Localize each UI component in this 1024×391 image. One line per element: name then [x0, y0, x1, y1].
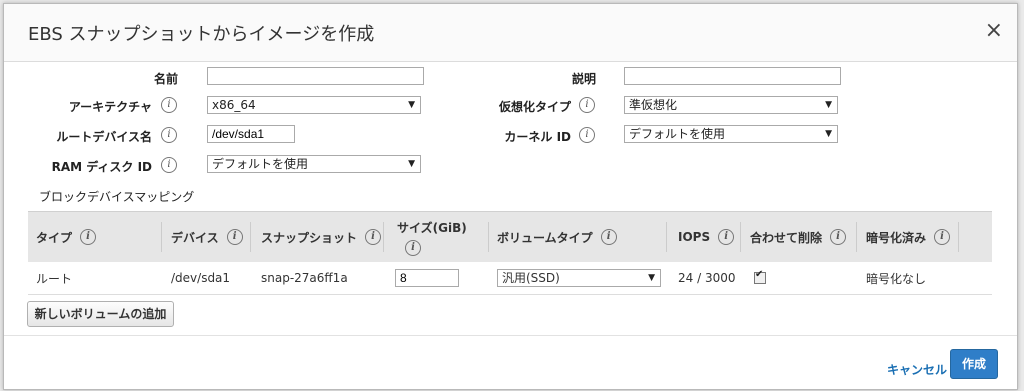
column-divider [250, 222, 251, 252]
volume-type-select[interactable]: 汎用(SSD) ▼ [497, 269, 661, 287]
name-input[interactable] [207, 67, 424, 85]
row-snapshot: snap-27a6ff1a [261, 271, 348, 285]
info-icon[interactable]: i [579, 97, 595, 113]
create-image-dialog: EBS スナップショットからイメージを作成 × 名前 説明 アーキテクチャ i … [3, 3, 1018, 390]
info-icon[interactable]: i [161, 127, 177, 143]
row-iops: 24 / 3000 [678, 271, 736, 285]
ramdisk-id-value: デフォルトを使用 [212, 157, 309, 171]
size-cell [395, 262, 459, 294]
info-icon[interactable]: i [80, 229, 97, 245]
encrypted-header: 暗号化済み i [866, 212, 951, 262]
description-label: 説明 [571, 72, 596, 86]
table-row: ルート /dev/sda1 snap-27a6ff1a 汎用(SSD) ▼ 24… [28, 262, 992, 295]
root-device-label: ルートデバイス名 [56, 130, 152, 144]
name-label: 名前 [153, 72, 178, 86]
dropdown-arrow-icon: ▼ [825, 100, 832, 110]
delete-on-termination-checkbox[interactable] [754, 269, 766, 284]
column-divider [161, 222, 162, 252]
dialog-title: EBS スナップショットからイメージを作成 [28, 24, 375, 45]
size-input[interactable] [395, 269, 459, 287]
column-divider [958, 222, 959, 252]
info-icon[interactable]: i [161, 157, 177, 173]
kernel-id-select[interactable]: デフォルトを使用 ▼ [624, 125, 838, 143]
info-icon[interactable]: i [934, 229, 951, 245]
row-encrypted: 暗号化なし [866, 271, 927, 286]
create-button[interactable]: 作成 [950, 349, 998, 379]
virtualization-type-value: 準仮想化 [629, 98, 678, 112]
virtualization-type-label: 仮想化タイプ [498, 100, 571, 114]
snapshot-header: スナップショット i [261, 212, 382, 262]
virtualization-type-select[interactable]: 準仮想化 ▼ [624, 96, 838, 114]
ramdisk-id-label: RAM ディスク ID [51, 160, 152, 174]
delete-on-termination-header: 合わせて削除 i [750, 212, 847, 262]
info-icon[interactable]: i [830, 229, 847, 245]
volume-type-value: 汎用(SSD) [502, 271, 560, 285]
close-icon[interactable]: × [985, 19, 1003, 43]
column-divider [488, 222, 489, 252]
add-volume-button[interactable]: 新しいボリュームの追加 [27, 301, 174, 327]
architecture-value: x86_64 [212, 98, 256, 112]
dropdown-arrow-icon: ▼ [648, 273, 655, 283]
architecture-select[interactable]: x86_64 ▼ [207, 96, 421, 114]
ramdisk-id-select[interactable]: デフォルトを使用 ▼ [207, 155, 421, 173]
info-icon[interactable]: i [365, 229, 382, 245]
volume-type-cell: 汎用(SSD) ▼ [497, 262, 661, 294]
description-input[interactable] [624, 67, 841, 85]
info-icon[interactable]: i [161, 97, 177, 113]
root-device-input[interactable] [207, 125, 295, 143]
column-divider [740, 222, 741, 252]
info-icon[interactable]: i [226, 229, 243, 245]
row-device: /dev/sda1 [171, 271, 231, 285]
cancel-button[interactable]: キャンセル [887, 361, 947, 378]
footer-divider [4, 335, 1017, 336]
block-device-mapping-title: ブロックデバイスマッピング [39, 190, 195, 204]
row-type: ルート [36, 271, 73, 286]
type-header: タイプ i [36, 212, 97, 262]
device-header: デバイス i [171, 212, 243, 262]
kernel-id-value: デフォルトを使用 [629, 127, 726, 141]
delete-on-termination-cell [754, 262, 766, 294]
kernel-id-label: カーネル ID [504, 130, 571, 144]
volume-type-header: ボリュームタイプ i [497, 212, 617, 262]
architecture-label: アーキテクチャ [68, 100, 152, 114]
dropdown-arrow-icon: ▼ [408, 159, 415, 169]
info-icon[interactable]: i [579, 127, 595, 143]
column-divider [666, 222, 667, 252]
dropdown-arrow-icon: ▼ [825, 129, 832, 139]
dropdown-arrow-icon: ▼ [408, 100, 415, 110]
column-divider [383, 222, 384, 252]
dialog-header: EBS スナップショットからイメージを作成 × [4, 4, 1017, 62]
column-divider [856, 222, 857, 252]
iops-header: IOPS i [678, 212, 735, 262]
info-icon[interactable]: i [405, 239, 421, 256]
info-icon[interactable]: i [600, 229, 617, 245]
size-header: サイズ(GiB) i [397, 212, 467, 262]
mapping-table-header: タイプ i デバイス i スナップショット i サイズ(GiB) i ボリューム… [28, 211, 992, 262]
info-icon[interactable]: i [718, 229, 735, 245]
